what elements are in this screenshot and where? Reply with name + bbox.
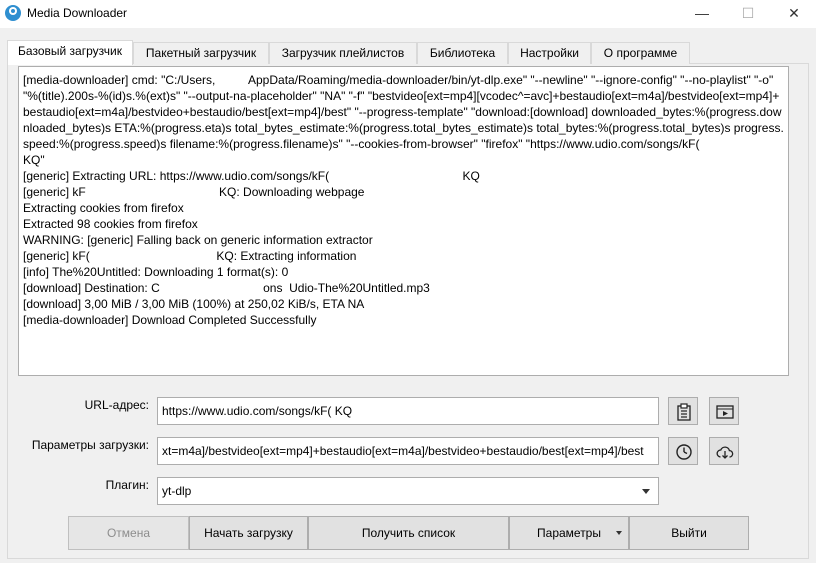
log-line: [download] 3,00 MiB / 3,00 MiB (100%) at… <box>23 297 365 311</box>
cloud-download-button[interactable] <box>709 437 739 465</box>
paste-clipboard-button[interactable] <box>668 397 698 425</box>
close-button[interactable]: ✕ <box>771 0 816 28</box>
output-log[interactable]: [media-downloader] cmd: "C:/Users, AppDa… <box>18 66 789 376</box>
clipboard-icon <box>677 403 691 421</box>
log-line: [media-downloader] Download Completed Su… <box>23 313 317 327</box>
log-line: [info] The%20Untitled: Downloading 1 for… <box>23 265 289 279</box>
log-line: [generic] kF KQ: Downloading webpage <box>23 185 365 199</box>
plugin-select[interactable]: yt-dlp <box>157 477 659 505</box>
minimize-button[interactable]: — <box>679 0 725 28</box>
tab-playlist-downloader[interactable]: Загрузчик плейлистов <box>269 42 417 64</box>
window-title: Media Downloader <box>27 6 128 20</box>
download-options-label: Параметры загрузки: <box>31 438 149 452</box>
log-line: Extracted 98 cookies from firefox <box>23 217 198 231</box>
options-button-label: Параметры <box>537 526 601 540</box>
download-options-input[interactable]: xt=m4a]/bestvideo[ext=mp4]+bestaudio[ext… <box>157 437 659 465</box>
cloud-download-icon <box>716 446 734 459</box>
tab-library[interactable]: Библиотека <box>417 42 508 64</box>
log-line: [media-downloader] cmd: "C:/Users, AppDa… <box>23 73 784 167</box>
log-line: Extracting cookies from firefox <box>23 201 184 215</box>
tab-batch-downloader[interactable]: Пакетный загрузчик <box>133 42 269 64</box>
plugin-label: Плагин: <box>105 478 149 492</box>
log-line: [download] Destination: C ons Udio-The%2… <box>23 281 430 295</box>
log-line: WARNING: [generic] Falling back on gener… <box>23 233 373 247</box>
plugin-select-value: yt-dlp <box>162 484 192 498</box>
options-menu-button[interactable]: Параметры <box>509 516 629 550</box>
url-label: URL-адрес: <box>84 398 149 412</box>
history-button[interactable] <box>668 437 698 465</box>
tab-about[interactable]: О программе <box>591 42 690 64</box>
tab-settings[interactable]: Настройки <box>508 42 591 64</box>
tab-basic-downloader[interactable]: Базовый загрузчик <box>7 40 133 65</box>
video-icon <box>716 405 734 419</box>
chevron-down-icon <box>642 489 650 494</box>
chevron-down-icon <box>616 531 622 535</box>
title-bar: Media Downloader — ☐ ✕ <box>0 0 816 28</box>
log-line: [generic] kF( KQ: Extracting information <box>23 249 357 263</box>
app-logo-icon <box>5 5 21 21</box>
cancel-button[interactable]: Отмена <box>68 516 189 550</box>
exit-button[interactable]: Выйти <box>629 516 749 550</box>
history-icon <box>676 444 692 460</box>
video-button[interactable] <box>709 397 739 425</box>
maximize-button[interactable]: ☐ <box>725 0 771 28</box>
url-input[interactable]: https://www.udio.com/songs/kF( KQ <box>157 397 659 425</box>
start-download-button[interactable]: Начать загрузку <box>189 516 308 550</box>
log-line: [generic] Extracting URL: https://www.ud… <box>23 169 480 183</box>
get-list-button[interactable]: Получить список <box>308 516 509 550</box>
